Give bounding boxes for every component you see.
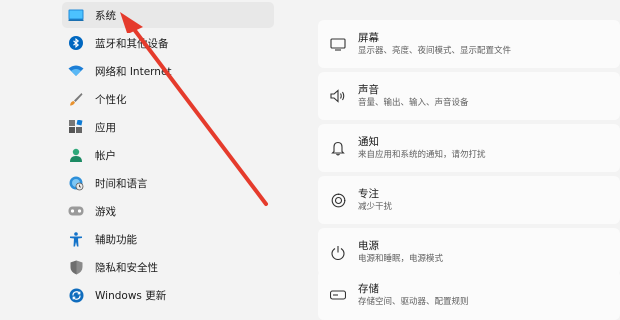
setting-subtitle: 减少干扰 (358, 202, 393, 212)
sidebar-item-windows-update[interactable]: Windows 更新 (62, 282, 274, 308)
sidebar-item-accessibility[interactable]: 辅助功能 (62, 226, 274, 252)
sidebar-item-label: 个性化 (95, 93, 127, 106)
sidebar-item-time-language[interactable]: 时间和语言 (62, 170, 274, 196)
storage-icon (330, 287, 346, 303)
display-icon (330, 36, 346, 52)
setting-title: 电源 (358, 240, 379, 252)
settings-sidebar: 系统 蓝牙和其他设备 网络和 Internet 个性化 应用 帐户 时间和语言 … (0, 0, 290, 309)
sidebar-item-accounts[interactable]: 帐户 (62, 142, 274, 168)
globe-clock-icon (68, 175, 84, 191)
sidebar-item-label: 系统 (95, 9, 116, 22)
setting-title: 专注 (358, 188, 379, 200)
focus-icon (330, 192, 346, 208)
setting-subtitle: 来自应用和系统的通知，请勿打扰 (358, 150, 486, 160)
setting-storage[interactable]: 存储 存储空间、驱动器、配置规则 (318, 270, 620, 320)
accessibility-icon (68, 231, 84, 247)
update-icon (68, 287, 84, 303)
setting-subtitle: 音量、输出、输入、声音设备 (358, 98, 469, 108)
sidebar-item-system[interactable]: 系统 (62, 2, 274, 28)
setting-subtitle: 存储空间、驱动器、配置规则 (358, 297, 469, 307)
sidebar-item-label: 蓝牙和其他设备 (95, 37, 169, 50)
person-icon (68, 147, 84, 163)
sidebar-item-label: 时间和语言 (95, 177, 148, 190)
settings-list: 屏幕 显示器、亮度、夜间模式、显示配置文件 声音 音量、输出、输入、声音设备 通… (318, 0, 620, 320)
sidebar-item-gaming[interactable]: 游戏 (62, 198, 274, 224)
setting-title: 屏幕 (358, 32, 379, 44)
sidebar-item-privacy[interactable]: 隐私和安全性 (62, 254, 274, 280)
setting-notifications[interactable]: 通知 来自应用和系统的通知，请勿打扰 (318, 124, 620, 172)
monitor-icon (68, 7, 84, 23)
sidebar-item-label: 辅助功能 (95, 233, 137, 246)
apps-icon (68, 119, 84, 135)
setting-subtitle: 显示器、亮度、夜间模式、显示配置文件 (358, 46, 512, 56)
sidebar-item-label: 帐户 (95, 149, 116, 162)
sidebar-item-label: 游戏 (95, 205, 116, 218)
sidebar-item-label: 应用 (95, 121, 116, 134)
sidebar-item-label: 隐私和安全性 (95, 261, 158, 274)
sidebar-item-bluetooth[interactable]: 蓝牙和其他设备 (62, 30, 274, 56)
wifi-icon (68, 63, 84, 79)
setting-title: 存储 (358, 283, 379, 295)
sidebar-item-label: 网络和 Internet (95, 65, 172, 78)
setting-sound[interactable]: 声音 音量、输出、输入、声音设备 (318, 72, 620, 120)
bluetooth-icon (68, 35, 84, 51)
setting-focus[interactable]: 专注 减少干扰 (318, 176, 620, 224)
setting-power[interactable]: 电源 电源和睡眠，电源模式 (318, 228, 620, 276)
sidebar-item-personalization[interactable]: 个性化 (62, 86, 274, 112)
sidebar-item-label: Windows 更新 (95, 289, 167, 302)
bell-icon (330, 140, 346, 156)
speaker-icon (330, 88, 346, 104)
setting-title: 通知 (358, 136, 379, 148)
gamepad-icon (68, 203, 84, 219)
brush-icon (68, 91, 84, 107)
sidebar-item-network[interactable]: 网络和 Internet (62, 58, 274, 84)
setting-display[interactable]: 屏幕 显示器、亮度、夜间模式、显示配置文件 (318, 20, 620, 68)
setting-title: 声音 (358, 84, 379, 96)
shield-icon (68, 259, 84, 275)
power-icon (330, 244, 346, 260)
setting-subtitle: 电源和睡眠，电源模式 (358, 254, 444, 264)
sidebar-item-apps[interactable]: 应用 (62, 114, 274, 140)
